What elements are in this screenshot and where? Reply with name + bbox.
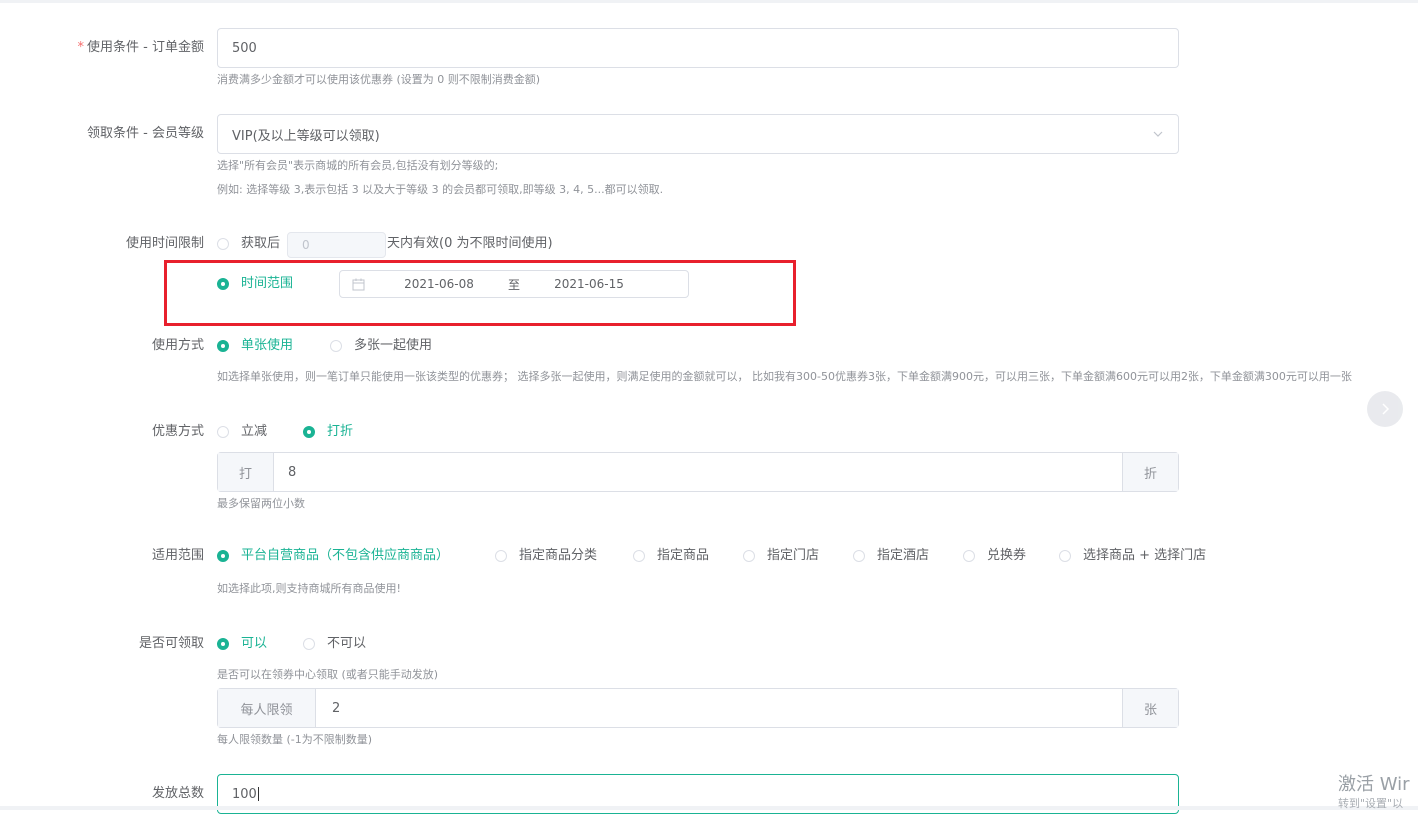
claimable-hint: 是否可以在领券中心领取 (或者只能手动发放) (217, 668, 439, 681)
discount-prefix: 打 (218, 453, 274, 491)
discount-suffix: 折 (1122, 453, 1178, 491)
radio-dot (217, 638, 229, 650)
chevron-right-icon[interactable] (1367, 391, 1403, 427)
radio-discount-percent[interactable]: 打折 (303, 422, 353, 442)
discount-label: 优惠方式 (151, 424, 204, 439)
radio-scope-product[interactable]: 指定商品 (633, 546, 709, 566)
activation-watermark-sub: 转到"设置"以 (1338, 797, 1404, 810)
days-suffix: 天内有效(0 为不限时间使用) (387, 236, 553, 251)
highlight-box (164, 260, 796, 326)
usage-label: 使用方式 (151, 338, 204, 353)
time-limit-label: 使用时间限制 (125, 236, 204, 251)
limit-input[interactable]: 2 (316, 689, 1122, 727)
radio-scope-voucher[interactable]: 兑换券 (963, 546, 1026, 566)
order-amount-hint: 消费满多少金额才可以使用该优惠券 (设置为 0 则不限制消费金额) (217, 73, 541, 86)
bottom-divider (0, 806, 1418, 810)
discount-input[interactable]: 8 (274, 453, 1122, 491)
radio-usage-multiple[interactable]: 多张一起使用 (330, 336, 432, 356)
radio-dot (303, 638, 315, 650)
order-amount-input[interactable]: 500 (217, 28, 1179, 68)
radio-dot (633, 550, 645, 562)
radio-dot (853, 550, 865, 562)
member-level-hint-1: 选择"所有会员"表示商城的所有会员,包括没有划分等级的; (217, 159, 499, 172)
chevron-down-icon (1152, 128, 1164, 140)
radio-scope-category[interactable]: 指定商品分类 (495, 546, 597, 566)
radio-claimable-no[interactable]: 不可以 (303, 634, 366, 654)
days-input[interactable]: 0 (287, 232, 386, 258)
radio-discount-reduce[interactable]: 立减 (217, 422, 267, 442)
member-level-select[interactable]: VIP(及以上等级可以领取) (217, 114, 1179, 154)
radio-scope-product-store[interactable]: 选择商品 + 选择门店 (1059, 546, 1206, 566)
scope-label: 适用范围 (151, 548, 204, 563)
radio-dot (1059, 550, 1071, 562)
limit-prefix: 每人限领 (218, 689, 316, 727)
radio-scope-self-operated[interactable]: 平台自营商品（不包含供应商商品） (217, 546, 449, 566)
member-level-label: 领取条件 - 会员等级 (87, 126, 204, 141)
claimable-label: 是否可领取 (138, 636, 204, 651)
text-caret (257, 787, 259, 801)
total-label: 发放总数 (151, 786, 204, 801)
radio-dot (743, 550, 755, 562)
radio-dot (217, 426, 229, 438)
radio-dot (495, 550, 507, 562)
radio-claimable-yes[interactable]: 可以 (217, 634, 267, 654)
limit-suffix: 张 (1122, 689, 1178, 727)
radio-dot (330, 340, 342, 352)
radio-dot (217, 238, 229, 250)
limit-hint: 每人限领数量 (-1为不限制数量) (217, 733, 373, 746)
top-divider (0, 0, 1418, 3)
limit-input-group: 每人限领 2 张 (217, 688, 1179, 728)
radio-scope-hotel[interactable]: 指定酒店 (853, 546, 929, 566)
radio-dot (217, 550, 229, 562)
radio-dot (963, 550, 975, 562)
member-level-hint-2: 例如: 选择等级 3,表示包括 3 以及大于等级 3 的会员都可领取,即等级 3… (217, 183, 664, 196)
radio-scope-store[interactable]: 指定门店 (743, 546, 819, 566)
scope-hint: 如选择此项,则支持商城所有商品使用! (217, 582, 401, 595)
discount-hint: 最多保留两位小数 (217, 497, 305, 510)
usage-hint: 如选择单张使用，则一笔订单只能使用一张该类型的优惠券； 选择多张一起使用，则满足… (217, 370, 1352, 383)
radio-days-after[interactable]: 获取后 (217, 234, 280, 254)
activation-watermark: 激活 Wir (1338, 774, 1410, 795)
radio-dot (303, 426, 315, 438)
discount-input-group: 打 8 折 (217, 452, 1179, 492)
order-amount-label: * 使用条件 - 订单金额 (77, 40, 204, 55)
radio-dot (217, 340, 229, 352)
radio-usage-single[interactable]: 单张使用 (217, 336, 293, 356)
